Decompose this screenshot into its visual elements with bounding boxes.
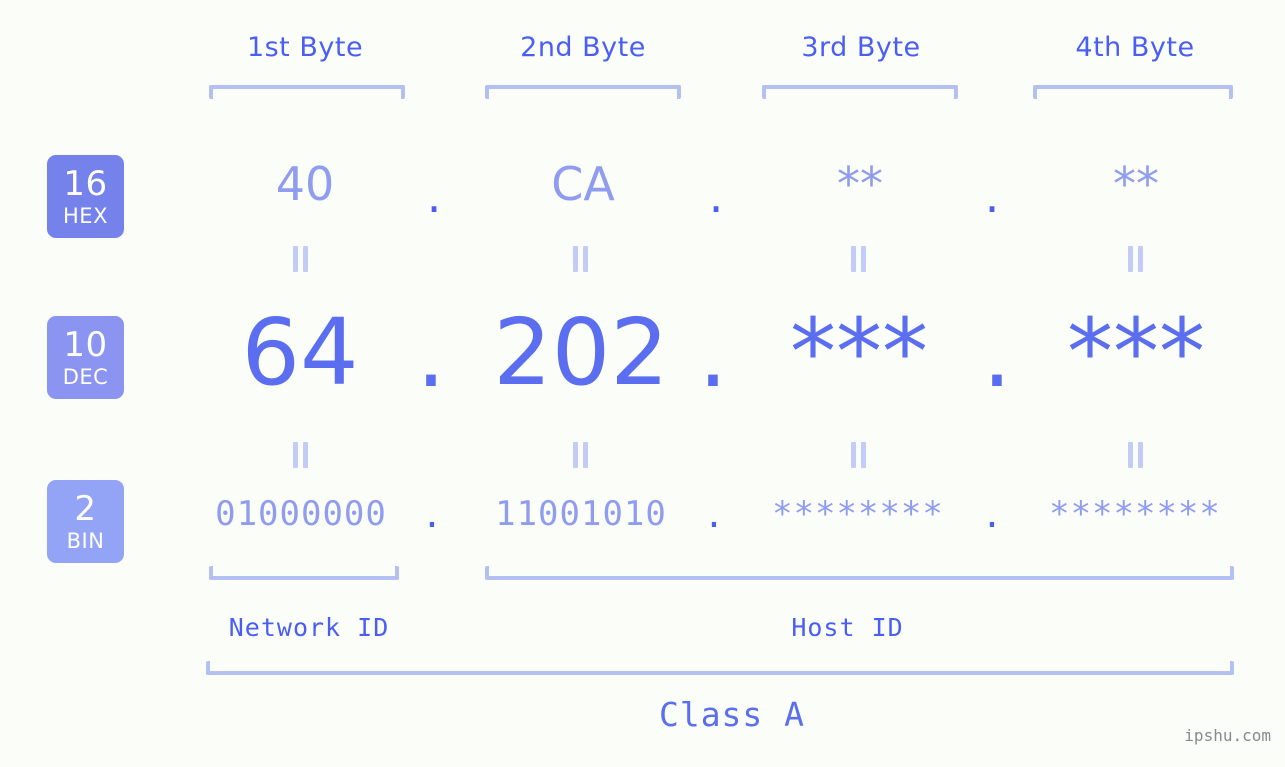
radix-badge-hex: 16 HEX bbox=[47, 155, 124, 238]
equals-mark-hex-dec-4 bbox=[1127, 246, 1145, 272]
ip-address-breakdown-diagram: 1st Byte 2nd Byte 3rd Byte 4th Byte 16 H… bbox=[0, 0, 1285, 767]
site-watermark: ipshu.com bbox=[1184, 726, 1271, 745]
radix-badge-dec-name: DEC bbox=[62, 364, 109, 389]
radix-badge-hex-name: HEX bbox=[63, 203, 108, 228]
hex-separator-2: . bbox=[708, 169, 724, 223]
equals-mark-dec-bin-4 bbox=[1127, 442, 1145, 468]
network-id-bracket bbox=[209, 566, 399, 580]
address-class-label: Class A bbox=[658, 695, 806, 734]
dec-byte-value-4: *** bbox=[1067, 299, 1205, 406]
byte-header-label-2: 2nd Byte bbox=[520, 32, 646, 63]
radix-badge-bin: 2 BIN bbox=[47, 480, 124, 563]
bin-separator-2: . bbox=[703, 496, 725, 536]
dec-byte-value-1: 64 bbox=[241, 299, 359, 406]
dec-byte-value-3: *** bbox=[790, 299, 928, 406]
host-id-bracket bbox=[485, 566, 1234, 580]
equals-mark-dec-bin-2 bbox=[572, 442, 590, 468]
radix-badge-bin-number: 2 bbox=[74, 488, 97, 529]
byte-bracket-top-4 bbox=[1033, 85, 1233, 99]
equals-mark-dec-bin-1 bbox=[292, 442, 310, 468]
network-id-label: Network ID bbox=[228, 613, 390, 642]
address-class-bracket bbox=[206, 661, 1234, 675]
byte-header-label-3: 3rd Byte bbox=[801, 32, 921, 63]
bin-byte-value-3: ******** bbox=[772, 494, 944, 534]
byte-bracket-top-2 bbox=[485, 85, 681, 99]
bin-byte-value-1: 01000000 bbox=[215, 494, 387, 534]
bin-byte-value-4: ******** bbox=[1049, 494, 1221, 534]
byte-bracket-top-1 bbox=[209, 85, 405, 99]
dec-separator-2: . bbox=[698, 301, 728, 408]
equals-mark-hex-dec-1 bbox=[292, 246, 310, 272]
radix-badge-dec-number: 10 bbox=[63, 324, 108, 365]
radix-badge-bin-name: BIN bbox=[66, 528, 105, 553]
equals-mark-dec-bin-3 bbox=[850, 442, 868, 468]
equals-mark-hex-dec-3 bbox=[850, 246, 868, 272]
bin-byte-value-2: 11001010 bbox=[495, 494, 667, 534]
hex-byte-value-3: ** bbox=[837, 157, 883, 211]
host-id-label: Host ID bbox=[791, 613, 904, 642]
byte-header-label-4: 4th Byte bbox=[1075, 32, 1195, 63]
radix-badge-hex-number: 16 bbox=[63, 163, 108, 204]
byte-bracket-top-3 bbox=[762, 85, 958, 99]
bin-separator-3: . bbox=[981, 496, 1003, 536]
dec-byte-value-2: 202 bbox=[493, 299, 669, 406]
equals-mark-hex-dec-2 bbox=[572, 246, 590, 272]
hex-separator-3: . bbox=[984, 169, 1000, 223]
hex-byte-value-4: ** bbox=[1113, 157, 1159, 211]
hex-byte-value-1: 40 bbox=[275, 157, 335, 211]
bin-separator-1: . bbox=[421, 496, 443, 536]
byte-header-label-1: 1st Byte bbox=[246, 32, 364, 63]
radix-badge-dec: 10 DEC bbox=[47, 316, 124, 399]
dec-separator-1: . bbox=[416, 301, 446, 408]
hex-byte-value-2: CA bbox=[551, 157, 615, 211]
hex-separator-1: . bbox=[426, 169, 442, 223]
